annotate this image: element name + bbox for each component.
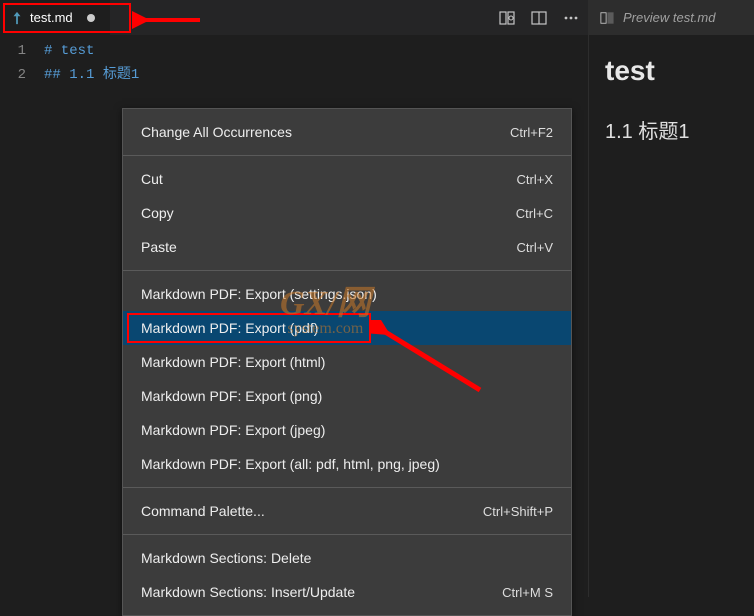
editor-actions: [498, 0, 580, 35]
menu-item-label: Markdown PDF: Export (html): [141, 354, 325, 370]
menu-item-label: Markdown Sections: Insert/Update: [141, 584, 355, 600]
menu-item-label: Markdown PDF: Export (jpeg): [141, 422, 325, 438]
menu-item-label: Copy: [141, 205, 174, 221]
line-number: 2: [0, 63, 26, 87]
menu-item[interactable]: Markdown Sections: Delete: [123, 541, 571, 575]
dirty-indicator-icon: [87, 14, 95, 22]
preview-heading-1: test: [605, 55, 738, 87]
line-number: 1: [0, 39, 26, 63]
menu-item-shortcut: Ctrl+F2: [510, 125, 553, 140]
menu-item[interactable]: Markdown PDF: Export (settings.json): [123, 277, 571, 311]
menu-item-shortcut: Ctrl+V: [517, 240, 553, 255]
menu-item-shortcut: Ctrl+Shift+P: [483, 504, 553, 519]
preview-heading-2: 1.1 标题1: [605, 115, 738, 144]
open-preview-icon[interactable]: [498, 9, 516, 27]
menu-item[interactable]: Cut Ctrl+X: [123, 162, 571, 196]
menu-item[interactable]: Markdown PDF: Export (all: pdf, html, pn…: [123, 447, 571, 481]
menu-item-label: Markdown PDF: Export (settings.json): [141, 286, 377, 302]
menu-item-label: Markdown PDF: Export (all: pdf, html, pn…: [141, 456, 440, 472]
line-gutter: 1 2: [0, 39, 44, 87]
tab-label: test.md: [30, 10, 73, 25]
menu-item-label: Markdown PDF: Export (png): [141, 388, 322, 404]
menu-item[interactable]: Markdown Sections: Insert/Update Ctrl+M S: [123, 575, 571, 609]
menu-item-shortcut: Ctrl+C: [516, 206, 553, 221]
preview-content: test 1.1 标题1: [589, 35, 754, 164]
menu-item[interactable]: Markdown PDF: Export (png): [123, 379, 571, 413]
context-menu: Change All Occurrences Ctrl+F2 Cut Ctrl+X Co…: [122, 108, 572, 616]
preview-pane: Preview test.md test 1.1 标题1: [588, 0, 754, 597]
menu-item-shortcut: Ctrl+X: [517, 172, 553, 187]
preview-icon: [599, 10, 615, 26]
more-actions-icon[interactable]: [562, 9, 580, 27]
menu-item[interactable]: Markdown PDF: Export (html): [123, 345, 571, 379]
editor-tab-testmd[interactable]: test.md: [0, 0, 110, 35]
code-line[interactable]: ## 1.1 标题1: [44, 63, 139, 87]
editor-body[interactable]: 1 2 # test ## 1.1 标题1: [0, 35, 588, 87]
menu-item-label: Paste: [141, 239, 177, 255]
preview-tab-bar: Preview test.md: [589, 0, 754, 35]
menu-item-label: Markdown Sections: Delete: [141, 550, 311, 566]
menu-item-label: Cut: [141, 171, 163, 187]
menu-item-label: Change All Occurrences: [141, 124, 292, 140]
menu-item-label: Markdown PDF: Export (pdf): [141, 320, 318, 336]
menu-item[interactable]: Markdown PDF: Export (pdf): [123, 311, 571, 345]
menu-item[interactable]: Change All Occurrences Ctrl+F2: [123, 115, 571, 149]
preview-tab-label[interactable]: Preview test.md: [623, 10, 715, 25]
menu-item[interactable]: Paste Ctrl+V: [123, 230, 571, 264]
menu-item-label: Command Palette...: [141, 503, 265, 519]
code-line[interactable]: # test: [44, 39, 139, 63]
menu-item[interactable]: Command Palette... Ctrl+Shift+P: [123, 494, 571, 528]
editor-pane: test.md 1 2 # test: [0, 0, 588, 597]
markdown-icon: [10, 11, 24, 25]
menu-item[interactable]: Markdown PDF: Export (jpeg): [123, 413, 571, 447]
split-editor-icon[interactable]: [530, 9, 548, 27]
tab-bar: test.md: [0, 0, 588, 35]
menu-item-shortcut: Ctrl+M S: [502, 585, 553, 600]
menu-item[interactable]: Copy Ctrl+C: [123, 196, 571, 230]
code-area[interactable]: # test ## 1.1 标题1: [44, 39, 139, 87]
